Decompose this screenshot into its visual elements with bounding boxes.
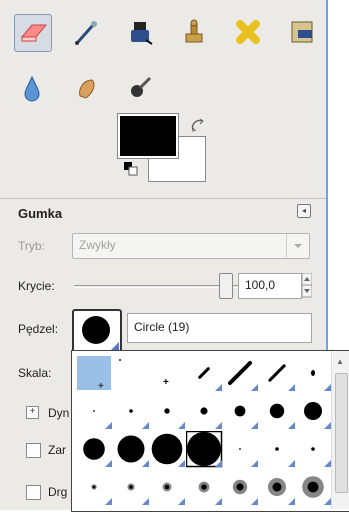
- mode-combobox[interactable]: Zwykły: [72, 233, 310, 259]
- heal-icon: [236, 20, 260, 44]
- dodge-burn-tool-button[interactable]: [122, 70, 158, 106]
- ink-tool-button[interactable]: [122, 14, 158, 50]
- perspective-clone-icon: [291, 21, 313, 43]
- brush-swatch[interactable]: [259, 431, 295, 471]
- collapse-options-button[interactable]: ◂: [297, 204, 311, 218]
- separator: [0, 198, 326, 199]
- brush-swatch[interactable]: [186, 355, 222, 395]
- scrollbar-thumb[interactable]: [335, 373, 348, 493]
- opacity-slider-handle[interactable]: [219, 273, 233, 299]
- expand-dynamics-button[interactable]: +: [26, 406, 39, 419]
- brush-swatch[interactable]: [186, 469, 222, 509]
- blur-tool-button[interactable]: [14, 70, 50, 106]
- option1-checkbox[interactable]: [26, 443, 41, 458]
- brush-swatch[interactable]: [76, 469, 112, 509]
- brush-swatch[interactable]: [76, 393, 112, 433]
- smudge-icon: [79, 79, 95, 99]
- brush-popup: + + ▲: [71, 350, 349, 512]
- brush-swatch[interactable]: [295, 469, 331, 509]
- clone-tool-button[interactable]: [176, 14, 212, 50]
- brush-popup-scrollbar[interactable]: ▲: [331, 351, 349, 509]
- clone-icon: [185, 19, 203, 43]
- brush-swatch[interactable]: [295, 355, 331, 395]
- blur-icon: [24, 75, 40, 102]
- default-colors-icon[interactable]: [124, 162, 138, 176]
- brush-swatch[interactable]: [76, 431, 112, 471]
- brush-swatch[interactable]: [222, 469, 258, 509]
- brush-selector-button[interactable]: [72, 309, 122, 353]
- foreground-color-swatch[interactable]: [118, 114, 178, 158]
- brush-name-value: Circle (19): [134, 320, 190, 334]
- opacity-slider-track[interactable]: [74, 285, 238, 286]
- brush-swatch[interactable]: [186, 393, 222, 433]
- opacity-slider-track-highlight: [74, 287, 238, 288]
- brush-swatch[interactable]: [149, 469, 185, 509]
- color-selector: [118, 114, 212, 190]
- option2-checkbox[interactable]: [26, 485, 41, 500]
- brush-preview-icon: [82, 316, 110, 344]
- tool-options-title: Gumka: [18, 206, 63, 221]
- brush-swatch[interactable]: [113, 355, 149, 395]
- heal-tool-button[interactable]: [230, 14, 266, 50]
- swap-colors-icon[interactable]: [190, 118, 206, 134]
- svg-text:+: +: [163, 377, 169, 388]
- brush-swatch[interactable]: [259, 355, 295, 395]
- brush-swatch[interactable]: [259, 469, 295, 509]
- smudge-tool-button[interactable]: [68, 70, 104, 106]
- chevron-down-icon: [294, 244, 302, 248]
- brush-name-field[interactable]: Circle (19): [127, 313, 312, 343]
- dynamics-label: Dyn: [48, 406, 70, 420]
- brush-swatch[interactable]: +: [149, 355, 185, 395]
- eraser-tool-button[interactable]: [14, 14, 52, 52]
- brush-label: Pędzel:: [18, 322, 59, 336]
- mode-dropdown-arrow[interactable]: [286, 234, 309, 258]
- opacity-value: 100,0: [245, 278, 276, 292]
- scale-label: Skala:: [18, 366, 52, 380]
- tool-palette: [12, 14, 322, 124]
- brush-swatch[interactable]: [222, 393, 258, 433]
- option1-label: Zar: [48, 443, 66, 457]
- opacity-label: Krycie:: [18, 279, 55, 293]
- scroll-up-icon[interactable]: ▲: [336, 357, 344, 366]
- svg-text:+: +: [98, 381, 104, 392]
- brush-swatch[interactable]: [185, 431, 222, 471]
- brush-swatch[interactable]: [259, 393, 295, 433]
- brush-swatch[interactable]: [222, 431, 258, 471]
- brush-swatch[interactable]: [113, 393, 149, 433]
- dodge-burn-icon: [131, 76, 152, 97]
- ink-icon: [131, 22, 153, 45]
- brush-swatch[interactable]: [113, 469, 149, 509]
- brush-swatch[interactable]: [149, 393, 185, 433]
- perspective-clone-tool-button[interactable]: [284, 14, 320, 50]
- airbrush-tool-button[interactable]: [68, 14, 104, 50]
- brush-swatch[interactable]: +: [76, 355, 112, 395]
- airbrush-icon: [75, 21, 97, 45]
- option2-label: Drg: [48, 485, 68, 499]
- opacity-spinbox[interactable]: 100,0: [238, 273, 302, 299]
- brush-popup-indicator-icon: [111, 342, 119, 350]
- mode-label: Tryb:: [18, 239, 45, 253]
- brush-swatch[interactable]: [149, 431, 185, 471]
- brush-swatch[interactable]: [295, 393, 331, 433]
- opacity-spin-arrows-icon[interactable]: [302, 273, 312, 298]
- brush-swatch[interactable]: [113, 431, 149, 471]
- brush-swatch[interactable]: [222, 355, 258, 395]
- eraser-icon: [20, 24, 48, 42]
- mode-value: Zwykły: [79, 238, 116, 252]
- brush-swatch[interactable]: [295, 431, 331, 471]
